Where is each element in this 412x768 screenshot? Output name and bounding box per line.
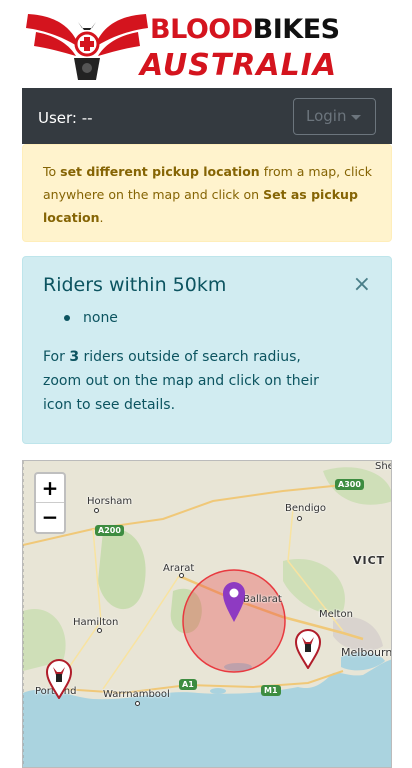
map[interactable]: Horsham Bendigo Ararat Ballarat Hamilton…: [22, 460, 392, 768]
logo-wordmark-top: BLOODBIKES: [150, 14, 340, 45]
user-label: User: --: [38, 109, 93, 127]
riders-outside-radius-text: For 3 riders outside of search radius, z…: [43, 349, 319, 413]
zoom-out-button[interactable]: −: [36, 503, 64, 532]
login-button-label: Login: [306, 107, 347, 125]
road-shield-m1: M1: [261, 685, 281, 696]
riders-list: none: [64, 307, 371, 329]
place-label-hamilton: Hamilton: [73, 617, 119, 628]
logo-emblem-icon: [26, 14, 148, 80]
zoom-control: + −: [34, 472, 66, 534]
riders-outside-count: 3: [69, 349, 80, 365]
place-label-horsham: Horsham: [87, 496, 133, 507]
place-label-victoria: VICT: [353, 554, 386, 567]
chevron-down-icon: [351, 115, 361, 120]
road-shield-a200: A200: [95, 525, 124, 536]
pickup-location-notice: To set different pickup location from a …: [22, 144, 392, 242]
user-bar: User: -- Login: [22, 88, 392, 144]
list-item: none: [64, 307, 371, 329]
town-dot-bendigo: [297, 516, 302, 521]
town-dot-ararat: [179, 573, 184, 578]
place-label-ararat: Ararat: [163, 563, 195, 574]
place-label-shepparton: She: [375, 461, 392, 472]
place-label-warrnambool: Warrnambool: [103, 689, 170, 700]
login-dropdown-button[interactable]: Login: [293, 98, 376, 135]
notice-bold-action: set different pickup location: [60, 164, 260, 179]
place-label-melton: Melton: [319, 609, 353, 620]
town-dot-warrnambool: [135, 701, 140, 706]
town-dot-hamilton: [97, 628, 102, 633]
riders-alert-title: Riders within 50km: [43, 274, 227, 296]
place-label-bendigo: Bendigo: [285, 503, 326, 514]
road-shield-a300: A300: [335, 479, 364, 490]
town-dot-horsham: [94, 508, 99, 513]
road-shield-a1: A1: [179, 679, 197, 690]
close-icon[interactable]: ×: [353, 274, 371, 296]
zoom-in-button[interactable]: +: [36, 474, 64, 503]
place-label-melbourne: Melbourne: [341, 646, 392, 659]
pickup-location-pin-icon[interactable]: [222, 581, 246, 623]
place-label-ballarat: Ballarat: [243, 594, 282, 605]
logo-wordmark-bottom: AUSTRALIA: [140, 48, 338, 83]
rider-marker-icon[interactable]: [295, 629, 321, 669]
rider-marker-icon[interactable]: [46, 659, 72, 699]
riders-alert: Riders within 50km × none For 3 riders o…: [22, 256, 392, 444]
bloodbikes-logo: BLOODBIKES AUSTRALIA: [22, 8, 352, 84]
